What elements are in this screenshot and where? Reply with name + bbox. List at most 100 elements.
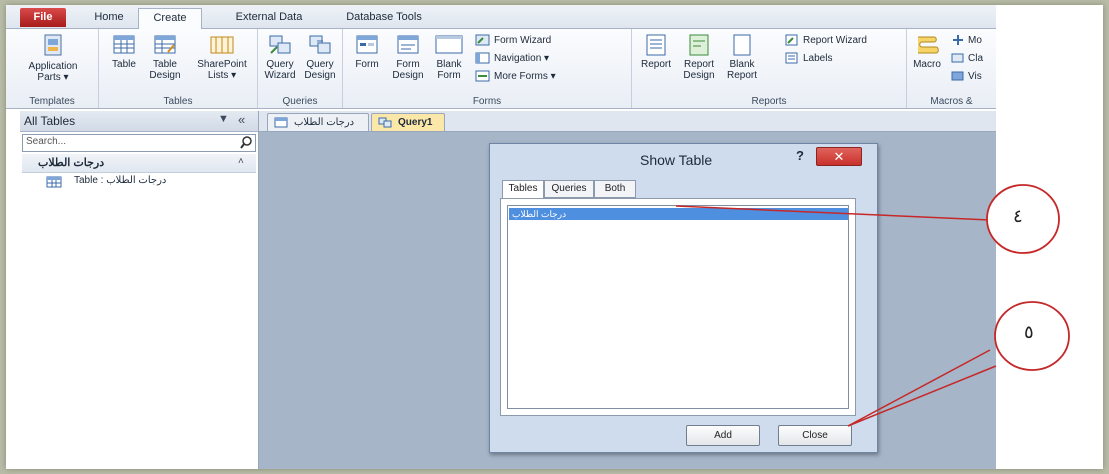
tab-both[interactable]: Both xyxy=(594,180,636,198)
query-wizard-button[interactable]: Query Wizard xyxy=(260,33,300,81)
application-parts-icon xyxy=(44,34,62,56)
navigation-pane-title: All Tables xyxy=(24,114,76,128)
visual-basic-icon xyxy=(951,71,964,81)
document-tabs: درجات الطلاب Query1 xyxy=(259,111,996,132)
workspace: درجات الطلاب Query1 Show Table ? ✕ Table… xyxy=(259,111,996,469)
group-label-macros: Macros & xyxy=(930,96,973,107)
chevron-up-icon[interactable]: ˄ xyxy=(238,156,244,167)
report-design-label: Report xyxy=(683,59,714,70)
tab-file[interactable]: File xyxy=(20,8,66,27)
ribbon: Application Parts ▾ Templates Table Tabl… xyxy=(6,29,996,109)
tab-home[interactable]: Home xyxy=(86,8,132,27)
application-parts-button[interactable]: Application Parts ▾ xyxy=(18,33,88,83)
macro-button[interactable]: Macro xyxy=(909,33,945,70)
navigation-pane-header[interactable]: All Tables ▼ « xyxy=(20,111,258,132)
more-forms-button[interactable]: More Forms ▾ xyxy=(475,70,556,84)
table-design-label: Table xyxy=(153,59,177,70)
tab-queries[interactable]: Queries xyxy=(544,180,594,198)
table-list-panel: درجات الطلاب xyxy=(500,198,856,416)
class-module-button[interactable]: Cla xyxy=(951,52,983,66)
dialog-title: Show Table xyxy=(640,152,713,168)
collapse-pane-icon[interactable]: « xyxy=(238,112,245,127)
table-button[interactable]: Table xyxy=(107,33,141,70)
navigation-button[interactable]: Navigation ▾ xyxy=(475,52,549,66)
table-list[interactable]: درجات الطلاب xyxy=(507,205,849,409)
document-tab-query1[interactable]: Query1 xyxy=(371,113,445,131)
blank-report-button[interactable]: Blank Report xyxy=(722,33,762,81)
blank-form-button[interactable]: Blank Form xyxy=(431,33,467,81)
query-design-label-2: Design xyxy=(304,70,336,81)
report-design-label-2: Design xyxy=(683,70,715,81)
close-icon[interactable]: ✕ xyxy=(816,147,862,166)
form-design-icon xyxy=(397,35,419,54)
table-design-icon xyxy=(154,35,176,54)
blank-report-label-2: Report xyxy=(726,70,757,81)
blank-form-label-2: Form xyxy=(437,70,461,81)
report-button[interactable]: Report xyxy=(636,33,676,70)
add-button[interactable]: Add xyxy=(686,425,760,446)
form-button[interactable]: Form xyxy=(349,33,385,70)
document-tab-table[interactable]: درجات الطلاب xyxy=(267,113,369,131)
class-module-label: Cla xyxy=(968,53,984,64)
dialog-title-bar[interactable]: Show Table ? ✕ xyxy=(490,144,877,174)
form-wizard-label: Form Wizard xyxy=(494,35,552,46)
form-design-button[interactable]: Form Design xyxy=(389,33,427,81)
blank-report-label: Blank xyxy=(729,59,755,70)
visual-basic-label: Vis xyxy=(968,71,982,82)
search-input[interactable]: Search... xyxy=(22,134,256,152)
table-list-item-selected[interactable]: درجات الطلاب xyxy=(509,208,848,220)
blank-form-label: Blank xyxy=(436,59,462,70)
report-design-button[interactable]: Report Design xyxy=(678,33,720,81)
query-design-button[interactable]: Query Design xyxy=(300,33,340,81)
sharepoint-lists-button[interactable]: SharePoint Lists ▾ xyxy=(191,33,253,81)
query-design-label: Query xyxy=(306,59,334,70)
navigation-item-label: درجات الطلاب : Table xyxy=(74,175,167,186)
tab-database-tools[interactable]: Database Tools xyxy=(336,8,432,27)
tab-create[interactable]: Create xyxy=(138,8,202,29)
application-parts-label: Application xyxy=(28,61,78,72)
group-label-templates: Templates xyxy=(29,96,75,107)
close-button[interactable]: Close xyxy=(778,425,852,446)
help-icon[interactable]: ? xyxy=(796,148,804,163)
report-wizard-label: Report Wizard xyxy=(803,35,867,46)
search-icon[interactable] xyxy=(240,136,253,149)
module-icon xyxy=(953,35,963,46)
tab-tables[interactable]: Tables xyxy=(502,180,544,199)
table-icon xyxy=(113,35,135,54)
module-button[interactable]: Mo xyxy=(951,34,982,48)
chevron-down-icon[interactable]: ▼ xyxy=(218,113,229,125)
form-wizard-button[interactable]: Form Wizard xyxy=(475,34,551,48)
macro-icon xyxy=(918,36,939,54)
visual-basic-button[interactable]: Vis xyxy=(951,70,982,84)
navigation-item-table[interactable]: درجات الطلاب : Table xyxy=(40,175,250,191)
table-design-label-2: Design xyxy=(149,70,181,81)
query-wizard-icon xyxy=(269,35,291,54)
report-design-icon xyxy=(689,34,709,56)
group-queries: Query Wizard Query Design Queries xyxy=(258,29,343,108)
group-forms: Form Form Design Blank Form Form Wizard … xyxy=(343,29,632,108)
blank-report-icon xyxy=(733,34,751,56)
sharepoint-lists-icon xyxy=(210,36,234,54)
group-label-forms: Forms xyxy=(472,96,502,107)
sharepoint-lists-label: SharePoint xyxy=(197,59,247,70)
annotation-label-4: ٤ xyxy=(1013,206,1023,227)
table-design-button[interactable]: Table Design xyxy=(145,33,185,81)
blank-form-icon xyxy=(435,35,463,54)
show-table-dialog: Show Table ? ✕ Tables Queries Both درجات… xyxy=(489,143,878,453)
group-templates: Application Parts ▾ Templates xyxy=(6,29,99,108)
navigation-group-header[interactable]: درجات الطلاب ˄ xyxy=(22,154,256,173)
tab-external-data[interactable]: External Data xyxy=(224,8,314,27)
query-wizard-label-2: Wizard xyxy=(264,70,296,81)
macro-label: Macro xyxy=(913,59,941,70)
navigation-label: Navigation ▾ xyxy=(494,53,550,64)
labels-label: Labels xyxy=(803,53,833,64)
labels-button[interactable]: Labels xyxy=(784,52,832,66)
document-tab-query1-label: Query1 xyxy=(398,117,433,128)
sharepoint-lists-label-2: Lists ▾ xyxy=(207,70,237,81)
page-margin xyxy=(996,5,1103,469)
report-wizard-button[interactable]: Report Wizard xyxy=(784,34,867,48)
dialog-tabs: Tables Queries Both xyxy=(500,180,860,199)
more-forms-icon xyxy=(475,70,490,82)
group-reports: Report Report Design Blank Report Report… xyxy=(632,29,907,108)
report-icon xyxy=(646,34,666,56)
